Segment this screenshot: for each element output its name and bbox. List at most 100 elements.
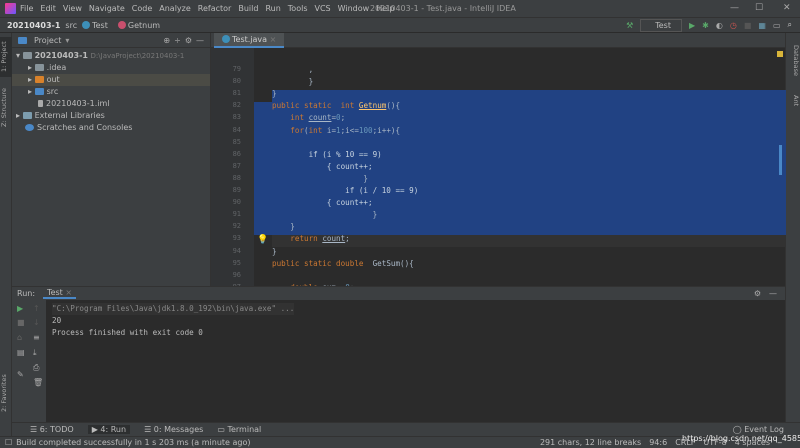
menu-build[interactable]: Build (238, 4, 258, 13)
console-output[interactable]: "C:\Program Files\Java\jdk1.8.0_192\bin\… (52, 303, 295, 339)
tab-test-java[interactable]: Test.java × (214, 33, 285, 48)
menu-code[interactable]: Code (132, 4, 152, 13)
line-number: 87 (232, 161, 241, 170)
minimize-button[interactable]: — (730, 3, 739, 13)
scroll-end-icon[interactable]: ⤓ (33, 348, 37, 358)
menu-analyze[interactable]: Analyze (159, 4, 191, 13)
stop-icon[interactable]: ■ (17, 318, 25, 327)
tab-project[interactable]: 1: Project (0, 37, 12, 77)
stop-icon[interactable]: ■ (744, 21, 752, 30)
debug-icon[interactable]: ✱ (702, 21, 709, 30)
event-log[interactable]: ◯ Event Log (733, 425, 784, 434)
down-icon[interactable]: ↓ (33, 318, 40, 327)
locate-icon[interactable]: ⊕ (163, 36, 170, 45)
root-path: D:\JavaProject\20210403-1 (90, 52, 185, 60)
tab-label: 0: Messages (153, 425, 204, 434)
tab-todo[interactable]: ☰ 6: TODO (30, 425, 74, 434)
layout-icon[interactable]: ▤ (17, 348, 25, 357)
hide-icon[interactable]: — (769, 289, 777, 298)
line-number: 86 (232, 149, 241, 158)
code-line: for(int i=1;i<=100;i++){ (290, 125, 401, 135)
tab-terminal[interactable]: ▭ Terminal (217, 425, 261, 434)
up-icon[interactable]: ↑ (33, 304, 40, 313)
event-log-label: Event Log (744, 425, 784, 434)
code-line: { count++; (272, 161, 373, 171)
tree-item-scratches[interactable]: Scratches and Consoles (12, 122, 210, 134)
hide-icon[interactable]: — (196, 36, 204, 45)
soft-wrap-icon[interactable]: ≡ (33, 333, 40, 342)
breadcrumb-src[interactable]: src (65, 21, 77, 30)
menu-edit[interactable]: Edit (40, 4, 56, 13)
menu-tools[interactable]: Tools (288, 4, 308, 13)
collapse-icon[interactable]: ÷ (174, 36, 181, 45)
tree-item-idea[interactable]: ▸ .idea (12, 62, 210, 74)
menu-view[interactable]: View (63, 4, 82, 13)
coverage-icon[interactable]: ◐ (716, 21, 723, 30)
line-gutter: 79808182838485868788899091929394959697 (211, 48, 254, 291)
gear-icon[interactable]: ⚙ (754, 289, 761, 298)
line-number: 96 (232, 270, 241, 279)
intellij-logo-icon (5, 3, 16, 14)
breadcrumb-project[interactable]: 20210403-1 (7, 21, 60, 30)
tab-database[interactable]: Database (788, 41, 800, 81)
menu-window[interactable]: Window (338, 4, 370, 13)
caret-position[interactable]: 94:6 (649, 438, 667, 447)
status-toggle-icon[interactable]: ☐ (5, 438, 12, 447)
project-structure-icon[interactable]: ▦ (758, 21, 766, 30)
trash-icon[interactable]: 🗑 (33, 378, 43, 387)
run-icon[interactable]: ▶ (689, 21, 695, 30)
breadcrumb-class[interactable]: Test (82, 20, 113, 30)
menu-file[interactable]: File (20, 4, 33, 13)
project-panel: Project ▾ ⊕ ÷ ⚙ — ▾ 20210403-1 D:\JavaPro… (12, 33, 210, 286)
line-number: 79 (232, 65, 241, 73)
breadcrumb-method[interactable]: Getnum (117, 20, 165, 30)
breadcrumb-method-label: Getnum (127, 20, 161, 30)
tab-structure[interactable]: Z: Structure (0, 88, 12, 128)
toolbar: ⚒ Test ▶ ✱ ◐ ◷ ■ ▦ ▭ ⌕ (626, 18, 792, 32)
selection-info: 291 chars, 12 line breaks (539, 438, 642, 447)
inspection-indicator-icon[interactable] (777, 51, 783, 57)
gear-icon[interactable]: ⚙ (185, 36, 192, 45)
pin-icon[interactable]: ✎ (17, 370, 24, 379)
tree-item-src[interactable]: ▸ src (12, 86, 210, 98)
tree-item-root[interactable]: ▾ 20210403-1 D:\JavaProject\20210403-1 (12, 50, 210, 62)
camera-icon[interactable]: ⌂ (17, 333, 22, 342)
tab-run[interactable]: ▶ 4: Run (87, 425, 131, 434)
scrollbar-thumb[interactable] (779, 145, 782, 175)
tree-label: External Libraries (34, 111, 105, 120)
close-tab-icon[interactable]: × (270, 35, 277, 44)
menu-navigate[interactable]: Navigate (89, 4, 125, 13)
profile-icon[interactable]: ◷ (730, 21, 737, 30)
code-editor[interactable]: Test.java × 79 80 81 82 83 84 85 86 87 88 89 90 91 92… (210, 33, 786, 292)
menu-refactor[interactable]: Refactor (198, 4, 232, 13)
tree-item-external-libraries[interactable]: ▸ External Libraries (12, 110, 210, 122)
build-hammer-icon[interactable]: ⚒ (626, 21, 633, 30)
line-number: 81 (232, 89, 241, 98)
tab-label: Terminal (227, 425, 262, 434)
console-line: 20 (52, 316, 62, 325)
run-panel: Run: Test × ⚙ — ▶ ■ ⌂ ▤ ✎ ↑ ↓ ≡ ⤓ ⎙ 🗑 "C… (12, 286, 785, 423)
search-icon[interactable]: ⌕ (788, 20, 792, 30)
line-number: 90 (232, 198, 241, 207)
tree-item-out[interactable]: ▸ out (12, 74, 210, 86)
class-icon (222, 35, 230, 43)
run-config-select[interactable]: Test (640, 18, 682, 32)
lightbulb-icon[interactable]: 💡 (257, 235, 268, 245)
tab-messages[interactable]: ☰ 0: Messages (144, 425, 203, 434)
menu-run[interactable]: Run (265, 4, 280, 13)
tree-item-iml[interactable]: 20210403-1.iml (12, 98, 210, 110)
tab-favorites[interactable]: 2: Favorites (0, 371, 12, 416)
tab-label: Test.java (232, 35, 268, 44)
terminal-window-icon[interactable]: ▭ (773, 21, 781, 30)
tab-ant[interactable]: Ant (788, 91, 800, 111)
code-line: } (272, 77, 314, 87)
project-view-select[interactable]: Project (34, 36, 61, 45)
line-number: 91 (232, 210, 241, 219)
maximize-button[interactable]: ☐ (755, 3, 763, 13)
rerun-icon[interactable]: ▶ (17, 304, 23, 313)
print-icon[interactable]: ⎙ (33, 363, 39, 373)
code-line: if (i / 10 == 9) (272, 186, 419, 195)
menu-vcs[interactable]: VCS (315, 4, 331, 13)
close-button[interactable]: ✕ (783, 3, 791, 13)
run-tab-test[interactable]: Test × (43, 288, 77, 299)
